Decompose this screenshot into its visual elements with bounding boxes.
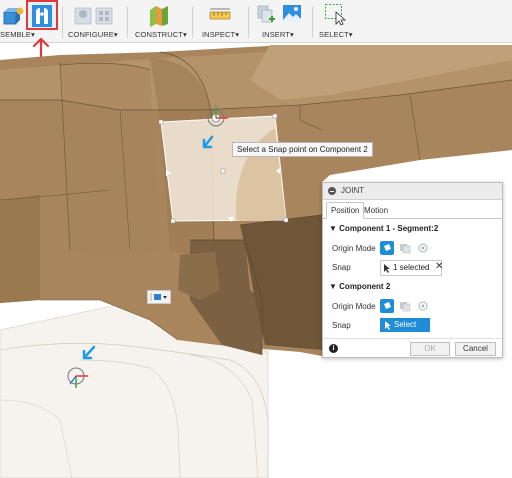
toolbar-separator xyxy=(248,6,249,38)
joint-dialog-footer: i OK Cancel xyxy=(323,338,502,358)
cancel-button[interactable]: Cancel xyxy=(455,342,496,356)
select-label[interactable]: SELECT▾ xyxy=(319,30,353,39)
component2-section-header[interactable]: ▼ Component 2 xyxy=(329,282,390,291)
toolbar: SEMBLE▾ CONFIGURE▾ CONSTRUCT▾ INSPECT▾ I… xyxy=(0,0,512,43)
snap-label-2: Snap xyxy=(332,321,351,330)
origin-between-button-2[interactable] xyxy=(398,299,412,313)
construct-group[interactable]: CONSTRUCT▾ xyxy=(129,0,189,42)
between-two-faces-icon xyxy=(400,244,411,254)
origin-two-edge-button-1[interactable] xyxy=(416,241,430,255)
snap-value-1: 1 selected xyxy=(393,263,430,272)
component1-title: Component 1 - Segment:2 xyxy=(339,224,439,233)
toolbar-separator xyxy=(312,6,313,38)
construct-label[interactable]: CONSTRUCT▾ xyxy=(135,30,187,39)
origin-simple-button-2[interactable] xyxy=(380,299,394,313)
inspect-group[interactable]: INSPECT▾ xyxy=(194,0,246,42)
insert-derive-icon[interactable] xyxy=(256,4,276,26)
cursor-icon xyxy=(384,264,390,273)
insert-label[interactable]: INSERT▾ xyxy=(262,30,294,39)
joint-icon[interactable] xyxy=(31,4,53,28)
origin-mode-label-1: Origin Mode xyxy=(332,244,376,253)
origin-mode-label-2: Origin Mode xyxy=(332,302,376,311)
toolbar-separator xyxy=(62,6,63,38)
measure-icon[interactable] xyxy=(209,8,231,22)
red-up-arrow-icon xyxy=(32,37,50,58)
insert-group[interactable]: INSERT▾ xyxy=(250,0,310,42)
simple-origin-icon xyxy=(384,302,391,309)
snap-selection-2[interactable]: Select xyxy=(380,318,430,332)
configure-icon[interactable] xyxy=(74,6,114,26)
toolbar-separator xyxy=(127,6,128,38)
snap-label-1: Snap xyxy=(332,263,351,272)
configure-group[interactable]: CONFIGURE▾ xyxy=(64,0,124,42)
joint-button-highlight[interactable] xyxy=(26,0,58,30)
assemble-label[interactable]: SEMBLE▾ xyxy=(0,30,35,39)
snap-selection-1[interactable]: 1 selected xyxy=(380,260,442,276)
inspect-label[interactable]: INSPECT▾ xyxy=(202,30,239,39)
display-mode-icon[interactable] xyxy=(148,291,170,303)
between-two-faces-icon xyxy=(400,302,411,312)
two-edge-intersection-icon xyxy=(418,301,428,311)
two-edge-intersection-icon xyxy=(418,243,428,253)
ok-button[interactable]: OK xyxy=(410,342,450,356)
origin-simple-button-1[interactable] xyxy=(380,241,394,255)
new-component-icon[interactable] xyxy=(2,6,24,28)
select-cursor-icon[interactable] xyxy=(324,3,346,25)
toolbar-separator xyxy=(192,6,193,38)
origin-two-edge-button-2[interactable] xyxy=(416,299,430,313)
construct-plane-icon[interactable] xyxy=(148,4,170,28)
component1-section-header[interactable]: ▼ Component 1 - Segment:2 xyxy=(329,224,438,233)
component2-title: Component 2 xyxy=(339,282,391,291)
snap-tooltip: Select a Snap point on Component 2 xyxy=(232,142,373,157)
cursor-icon xyxy=(385,321,391,330)
collapse-icon[interactable] xyxy=(328,187,336,195)
collapse-triangle-icon[interactable]: ▼ xyxy=(329,224,337,233)
joint-dialog-header[interactable]: JOINT xyxy=(323,183,502,200)
snap-value-2: Select xyxy=(394,320,417,329)
origin-between-button-1[interactable] xyxy=(398,241,412,255)
collapse-triangle-icon[interactable]: ▼ xyxy=(329,282,337,291)
joint-dialog-title: JOINT xyxy=(341,186,365,195)
tab-position[interactable]: Position xyxy=(326,202,365,219)
joint-dialog: JOINT Position Motion ▼ Component 1 - Se… xyxy=(322,182,503,358)
configure-label[interactable]: CONFIGURE▾ xyxy=(68,30,118,39)
select-group[interactable]: SELECT▾ xyxy=(314,0,362,42)
mini-toolbar[interactable] xyxy=(147,290,171,304)
clear-selection-icon[interactable]: ✕ xyxy=(435,260,443,274)
info-icon[interactable]: i xyxy=(329,344,338,353)
insert-image-icon[interactable] xyxy=(282,4,302,24)
simple-origin-icon xyxy=(384,244,391,251)
